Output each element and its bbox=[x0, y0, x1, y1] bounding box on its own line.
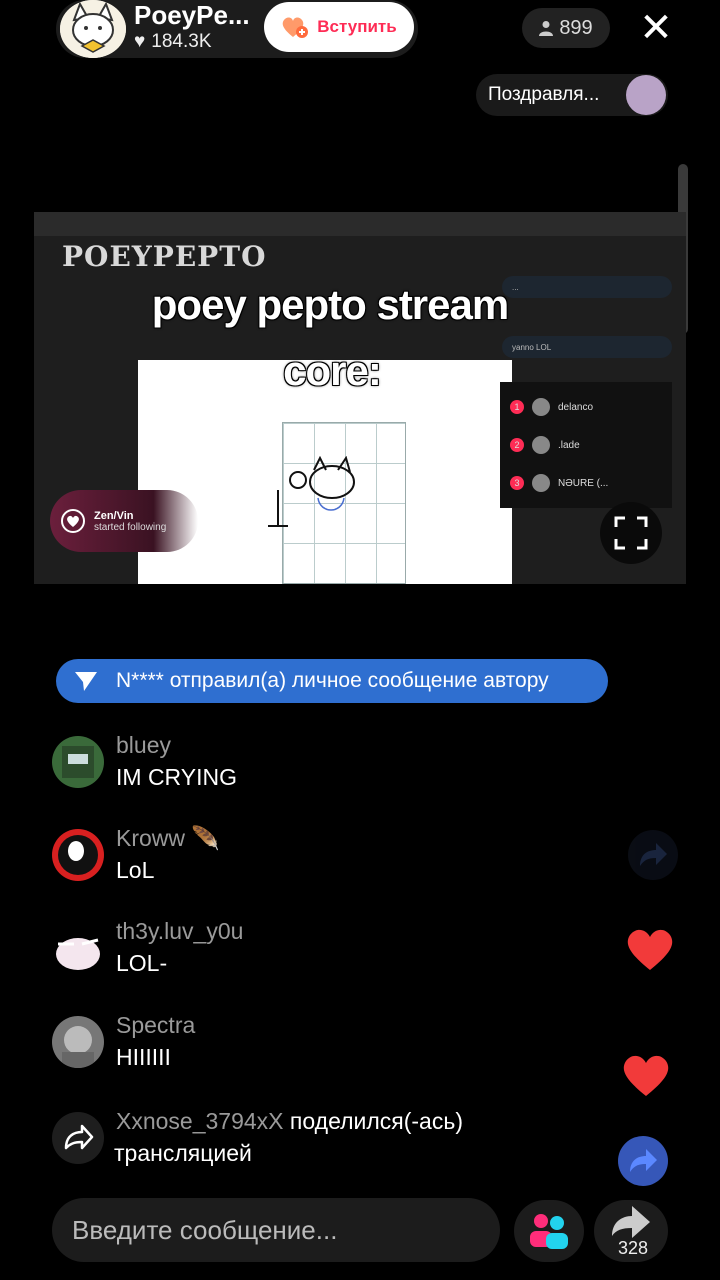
comment-avatar[interactable] bbox=[52, 829, 104, 881]
video-caption-line1: poey pepto stream bbox=[151, 281, 509, 328]
share-count: 328 bbox=[617, 1238, 649, 1258]
rank-badge: 3 bbox=[510, 476, 524, 490]
comment-username[interactable]: Kroww 🪶 bbox=[116, 825, 220, 852]
heart-plus-icon bbox=[283, 17, 309, 38]
ranking-name: .lade bbox=[558, 439, 580, 451]
stream-logo: POEYPEPTO bbox=[62, 240, 267, 273]
toast-name: Zen/Vin bbox=[94, 509, 134, 522]
comment-item[interactable]: bluey IM CRYING bbox=[52, 732, 612, 810]
floating-share-button[interactable] bbox=[628, 830, 678, 880]
message-input[interactable]: Введите сообщение... bbox=[52, 1198, 500, 1262]
wing-icon: 🪶 bbox=[191, 825, 221, 851]
comment-avatar[interactable] bbox=[52, 1016, 104, 1068]
close-icon[interactable]: ✕ bbox=[636, 8, 676, 48]
comment-username[interactable]: bluey bbox=[116, 732, 171, 759]
comment-text: HIIIIII bbox=[116, 1044, 171, 1070]
host-name[interactable]: PoeyPe... bbox=[134, 0, 250, 31]
red-face-avatar-icon bbox=[58, 835, 98, 875]
ranking-row: 2 .lade bbox=[510, 436, 580, 454]
fullscreen-icon bbox=[614, 516, 648, 550]
ranking-name: NƏURE (... bbox=[558, 477, 609, 489]
comment-username[interactable]: th3y.luv_y0u bbox=[116, 918, 243, 945]
share-event-item[interactable]: Xxnose_3794xX поделился(-ась) трансляцие… bbox=[52, 1108, 612, 1186]
comment-text: IM CRYING bbox=[116, 764, 237, 790]
comment-avatar[interactable] bbox=[52, 922, 104, 974]
cat-sketch-icon bbox=[268, 456, 355, 527]
comment-username[interactable]: Spectra bbox=[116, 1012, 195, 1039]
floating-heart-icon bbox=[620, 1052, 672, 1103]
join-label: Вступить bbox=[317, 17, 397, 36]
dm-notice-text: N**** отправил(а) личное сообщение автор… bbox=[116, 669, 549, 692]
comment-item[interactable]: Kroww 🪶 LoL bbox=[52, 825, 612, 903]
host-likes: ♥ 184.3K bbox=[134, 31, 212, 53]
heart-icon: ♥ bbox=[134, 31, 146, 52]
share-event-line1: Xxnose_3794xX поделился(-ась) bbox=[116, 1108, 463, 1135]
join-button[interactable]: Вступить bbox=[264, 2, 414, 52]
comment-item[interactable]: Spectra HIIIIII bbox=[52, 1012, 612, 1090]
stream-app-toolbar bbox=[34, 212, 686, 236]
comment-text: LoL bbox=[116, 857, 155, 883]
congrats-avatar[interactable] bbox=[626, 75, 666, 115]
share-arrow-icon bbox=[630, 1149, 657, 1172]
likes-count: 184.3K bbox=[151, 31, 212, 52]
toast-text: started following bbox=[94, 521, 167, 533]
fullscreen-button[interactable] bbox=[600, 502, 662, 564]
share-event-username[interactable]: Xxnose_3794xX bbox=[116, 1108, 284, 1134]
share-event-object: трансляцией bbox=[114, 1140, 252, 1166]
viewer-count: 899 bbox=[559, 16, 593, 39]
heart-circle-icon bbox=[61, 509, 85, 533]
share-event-action: поделился(-ась) bbox=[289, 1108, 463, 1134]
ranking-avatar bbox=[532, 436, 550, 454]
viewer-count-pill[interactable]: 899 bbox=[522, 8, 610, 48]
host-avatar[interactable] bbox=[60, 0, 126, 58]
dm-notice-banner[interactable]: N**** отправил(а) личное сообщение автор… bbox=[56, 659, 608, 703]
cat-avatar-icon bbox=[60, 0, 126, 58]
share-arrow-icon bbox=[64, 1124, 94, 1150]
video-caption-line2: core: bbox=[283, 347, 382, 394]
person-icon bbox=[539, 21, 554, 36]
guests-button[interactable] bbox=[514, 1200, 584, 1262]
comment-text: LOL- bbox=[116, 950, 168, 976]
comment-username-text: Kroww bbox=[116, 825, 186, 851]
floating-heart-icon bbox=[624, 926, 676, 977]
rank-badge: 2 bbox=[510, 438, 524, 452]
pixel-avatar-icon bbox=[62, 746, 94, 778]
ranking-avatar bbox=[532, 474, 550, 492]
multi-guest-icon bbox=[530, 1214, 568, 1249]
share-arrow-icon bbox=[640, 843, 667, 866]
ranking-row: 3 NƏURE (... bbox=[510, 474, 608, 492]
congrats-label: Поздравля... bbox=[488, 84, 600, 105]
comment-item[interactable]: th3y.luv_y0u LOL- bbox=[52, 918, 612, 996]
follow-toast: Zen/Vin started following bbox=[50, 490, 198, 552]
floating-share-button[interactable] bbox=[618, 1136, 668, 1186]
comment-avatar[interactable] bbox=[52, 736, 104, 788]
drawn-girl-avatar-icon bbox=[62, 1026, 94, 1068]
sleepy-face-avatar-icon bbox=[56, 938, 100, 970]
send-icon bbox=[75, 672, 97, 691]
share-event-avatar bbox=[52, 1112, 104, 1164]
